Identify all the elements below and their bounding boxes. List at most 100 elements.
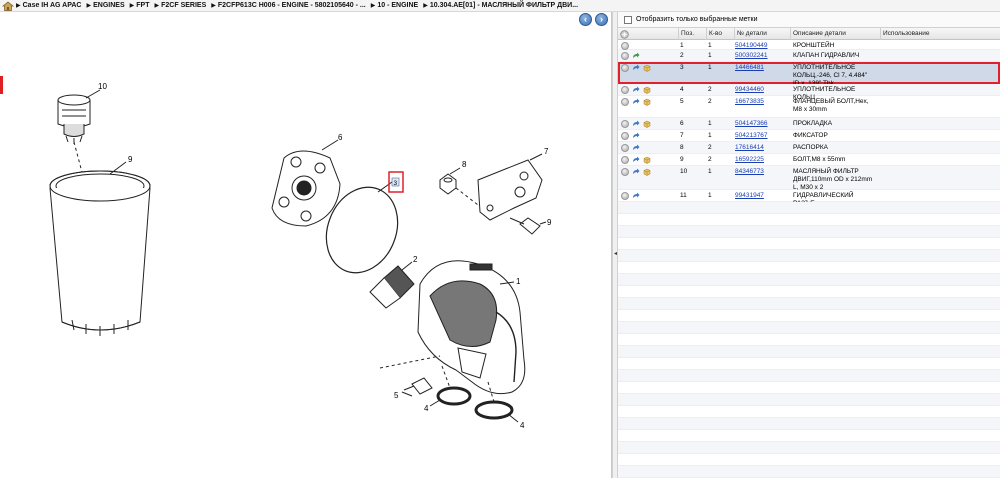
row-part-number-link[interactable]: 14466481 — [735, 64, 789, 72]
go-to-part-arrow-icon[interactable] — [632, 64, 640, 72]
header-part-number[interactable]: № детали — [734, 28, 790, 40]
exploded-diagram-panel[interactable]: ‹ › 10 9 6 8 7 9 2 1 5 4 4 3 — [0, 12, 612, 478]
table-row[interactable]: 6 1 504147366 ПРОКЛАДКА — [618, 118, 1000, 130]
callout-4-lower[interactable]: 4 — [520, 421, 525, 430]
table-row[interactable]: 10 1 84346773 МАСЛЯНЫЙ ФИЛЬТР ДВИГ,110mm OD… — [618, 166, 1000, 191]
go-to-part-arrow-icon[interactable] — [632, 144, 640, 152]
breadcrumb-item[interactable]: ▶ ENGINES — [87, 2, 125, 9]
empty-row — [618, 214, 1000, 226]
breadcrumb-item[interactable]: ▶ F2CF SERIES — [155, 2, 207, 9]
breadcrumb-item[interactable]: ▶ 10.304.AE[01] - МАСЛЯНЫЙ ФИЛЬТР ДВИ... — [423, 2, 578, 9]
part-6-gasket[interactable] — [271, 150, 341, 227]
row-select-icon[interactable] — [621, 132, 629, 140]
row-select-icon[interactable] — [621, 120, 629, 128]
show-selected-only-checkbox[interactable] — [624, 16, 632, 24]
breadcrumb-label[interactable]: 10 - ENGINE — [377, 2, 418, 9]
table-row[interactable]: 2 1 500302241 КЛАПАН ГИДРАВЛИЧ — [618, 50, 1000, 62]
table-row[interactable]: 4 2 99434460 УПЛОТНИТЕЛЬНОЕ КОЛЬЦ — [618, 84, 1000, 101]
callout-6[interactable]: 6 — [338, 133, 343, 142]
row-select-icon[interactable] — [621, 64, 629, 72]
breadcrumb-label[interactable]: Case IH AG APAC — [23, 2, 82, 9]
package-icon[interactable] — [643, 120, 651, 128]
part-8-spacer[interactable] — [439, 173, 457, 195]
package-icon[interactable] — [643, 156, 651, 164]
show-selected-only-label[interactable]: Отобразить только выбранные метки — [636, 16, 757, 23]
go-to-part-arrow-icon[interactable] — [632, 192, 640, 200]
select-all-icon[interactable] — [620, 29, 629, 39]
go-to-part-arrow-icon[interactable] — [632, 120, 640, 128]
package-icon[interactable] — [643, 168, 651, 176]
row-select-icon[interactable] — [621, 192, 629, 200]
part-1-oil-filter-housing[interactable] — [417, 260, 526, 395]
package-icon[interactable] — [643, 86, 651, 94]
header-select-all[interactable] — [618, 28, 632, 40]
row-select-icon[interactable] — [621, 144, 629, 152]
row-part-number-link[interactable]: 504213767 — [735, 132, 789, 140]
part-9-bolt[interactable] — [509, 217, 541, 235]
table-row[interactable]: 8 2 17616414 РАСПОРКА — [618, 142, 1000, 154]
breadcrumb-label[interactable]: F2CF SERIES — [161, 2, 206, 9]
go-to-part-arrow-icon[interactable] — [632, 132, 640, 140]
row-part-number-link[interactable]: 504147366 — [735, 120, 789, 128]
callout-7[interactable]: 7 — [544, 147, 549, 156]
breadcrumb-label[interactable]: ENGINES — [93, 2, 125, 9]
header-usage[interactable]: Использование — [880, 28, 1000, 40]
row-part-number-link[interactable]: 16592225 — [735, 156, 789, 164]
callout-2[interactable]: 2 — [413, 255, 418, 264]
row-part-number-link[interactable]: 504190449 — [735, 42, 789, 50]
part-7-bracket[interactable] — [477, 159, 543, 221]
breadcrumb-item[interactable]: ▶ 10 - ENGINE — [371, 2, 418, 9]
table-row[interactable]: 1 1 504190449 КРОНШТЕЙН — [618, 40, 1000, 50]
row-select-icon[interactable] — [621, 86, 629, 94]
callout-10[interactable]: 9 — [128, 155, 133, 164]
breadcrumb-label[interactable]: FPT — [136, 2, 149, 9]
breadcrumb-label[interactable]: F2CFP613C H006 - ENGINE - 5802105640 - .… — [218, 2, 366, 9]
row-select-icon[interactable] — [621, 42, 629, 50]
go-to-part-arrow-icon[interactable] — [632, 52, 640, 60]
callout-9[interactable]: 9 — [547, 218, 552, 227]
part-5-flange-bolt[interactable] — [403, 377, 433, 395]
breadcrumb-label[interactable]: 10.304.AE[01] - МАСЛЯНЫЙ ФИЛЬТР ДВИ... — [430, 2, 578, 9]
go-to-part-arrow-icon[interactable] — [632, 86, 640, 94]
row-select-icon[interactable] — [621, 156, 629, 164]
part-4-seal-upper[interactable] — [436, 386, 472, 406]
callout-4-upper[interactable]: 4 — [424, 404, 429, 413]
package-icon[interactable] — [643, 98, 651, 106]
callout-1[interactable]: 1 — [516, 277, 521, 286]
breadcrumb-item[interactable]: ▶ FPT — [130, 2, 150, 9]
row-part-number-link[interactable]: 17616414 — [735, 144, 789, 152]
go-to-part-arrow-icon[interactable] — [632, 98, 640, 106]
part-10-oil-filter[interactable] — [49, 170, 151, 336]
go-to-part-arrow-icon[interactable] — [632, 168, 640, 176]
row-part-number-link[interactable]: 500302241 — [735, 52, 789, 60]
callout-5[interactable]: 5 — [394, 391, 399, 400]
row-select-icon[interactable] — [621, 52, 629, 60]
part-11-hydraulic-connector[interactable] — [57, 94, 91, 144]
part-2-hydraulic-valve[interactable] — [369, 265, 415, 309]
header-pos[interactable]: Поз. — [678, 28, 706, 40]
callout-8[interactable]: 8 — [462, 160, 467, 169]
breadcrumb-item[interactable]: ▶ Case IH AG APAC — [16, 2, 82, 9]
callout-3[interactable]: 3 — [394, 180, 398, 187]
table-row[interactable]: 11199431947ГИДРАВЛИЧЕСКИЙ РАЗЪЕ — [618, 190, 1000, 207]
package-icon[interactable] — [643, 64, 651, 72]
home-icon[interactable] — [2, 1, 14, 11]
row-part-number-link[interactable]: 99434460 — [735, 86, 789, 94]
part-4-seal-lower[interactable] — [474, 400, 514, 420]
parts-table-header: Поз. К-во № детали Описание детали Испол… — [618, 28, 1000, 40]
table-row[interactable]: 7 1 504213767 ФИКСАТОР — [618, 130, 1000, 142]
row-select-icon[interactable] — [621, 168, 629, 176]
row-part-number-link[interactable]: 84346773 — [735, 168, 789, 176]
table-row[interactable]: 9 2 16592225 БОЛТ,M8 x 55mm — [618, 154, 1000, 166]
row-part-number-link[interactable]: 16673835 — [735, 98, 789, 106]
row-select-icon[interactable] — [621, 98, 629, 106]
table-row[interactable]: 3 1 14466481 УПЛОТНИТЕЛЬНОЕ КОЛЬЦ,-246, Cl … — [618, 62, 1000, 87]
breadcrumb-item[interactable]: ▶ F2CFP613C H006 - ENGINE - 5802105640 - … — [211, 2, 365, 9]
header-description[interactable]: Описание детали — [790, 28, 880, 40]
table-row[interactable]: 5 2 16673835 ФЛАНЦЕВЫЙ БОЛТ,Hex, M8 x 30mm — [618, 96, 1000, 118]
header-qty[interactable]: К-во — [706, 28, 734, 40]
go-to-part-arrow-icon[interactable] — [632, 156, 640, 164]
row-part-number-link[interactable]: 99431947 — [735, 192, 789, 200]
callout-11[interactable]: 10 — [98, 82, 107, 91]
empty-row — [618, 202, 1000, 214]
